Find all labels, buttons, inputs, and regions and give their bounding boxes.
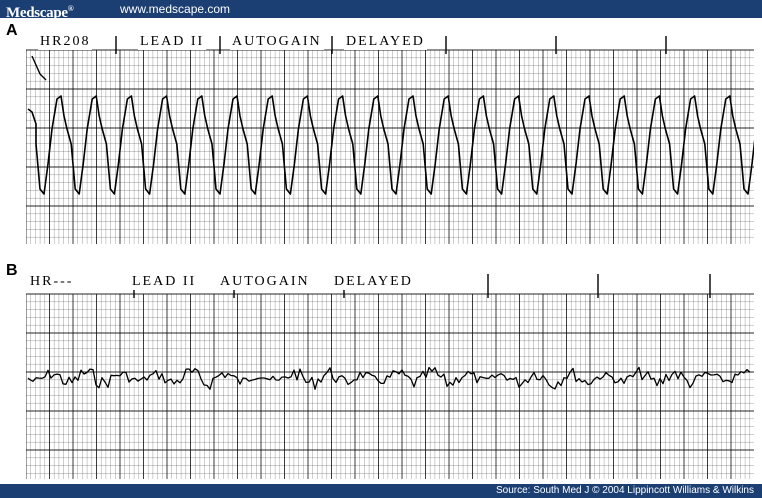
- strip-a-heart-rate: HR208: [38, 34, 93, 50]
- site-url[interactable]: www.medscape.com: [120, 0, 230, 18]
- source-credit: Source: South Med J © 2004 Lippincott Wi…: [495, 485, 754, 496]
- strip-a-autogain: AUTOGAIN: [230, 34, 324, 50]
- strip-b-autogain: AUTOGAIN: [218, 274, 312, 290]
- strip-b-delayed: DELAYED: [332, 274, 415, 290]
- ecg-artifact-a: [31, 55, 47, 81]
- panel-b-label: B: [6, 262, 18, 279]
- footer-bar: Source: South Med J © 2004 Lippincott Wi…: [0, 484, 762, 498]
- strip-a-delayed: DELAYED: [344, 34, 427, 50]
- strip-b-heart-rate: HR---: [28, 274, 76, 290]
- ecg-strip-b: HR--- LEAD II AUTOGAIN DELAYED: [26, 274, 754, 479]
- strip-b-lead: LEAD II: [130, 274, 199, 290]
- ecg-trace-a: [27, 95, 754, 195]
- medscape-logo[interactable]: Medscape®: [6, 0, 74, 22]
- panel-a-label: A: [6, 22, 18, 39]
- ecg-grid: [26, 49, 754, 244]
- ecg-grid: [26, 293, 754, 479]
- ecg-strip-b-graphic: [26, 274, 754, 479]
- logo-registered-mark: ®: [67, 4, 74, 13]
- strip-a-lead: LEAD II: [138, 34, 207, 50]
- ecg-strip-a: HR208 LEAD II AUTOGAIN DELAYED: [26, 34, 754, 244]
- logo-text: Medscape: [6, 5, 68, 21]
- header-bar: Medscape® www.medscape.com: [0, 0, 762, 21]
- ecg-strip-a-graphic: [26, 36, 754, 244]
